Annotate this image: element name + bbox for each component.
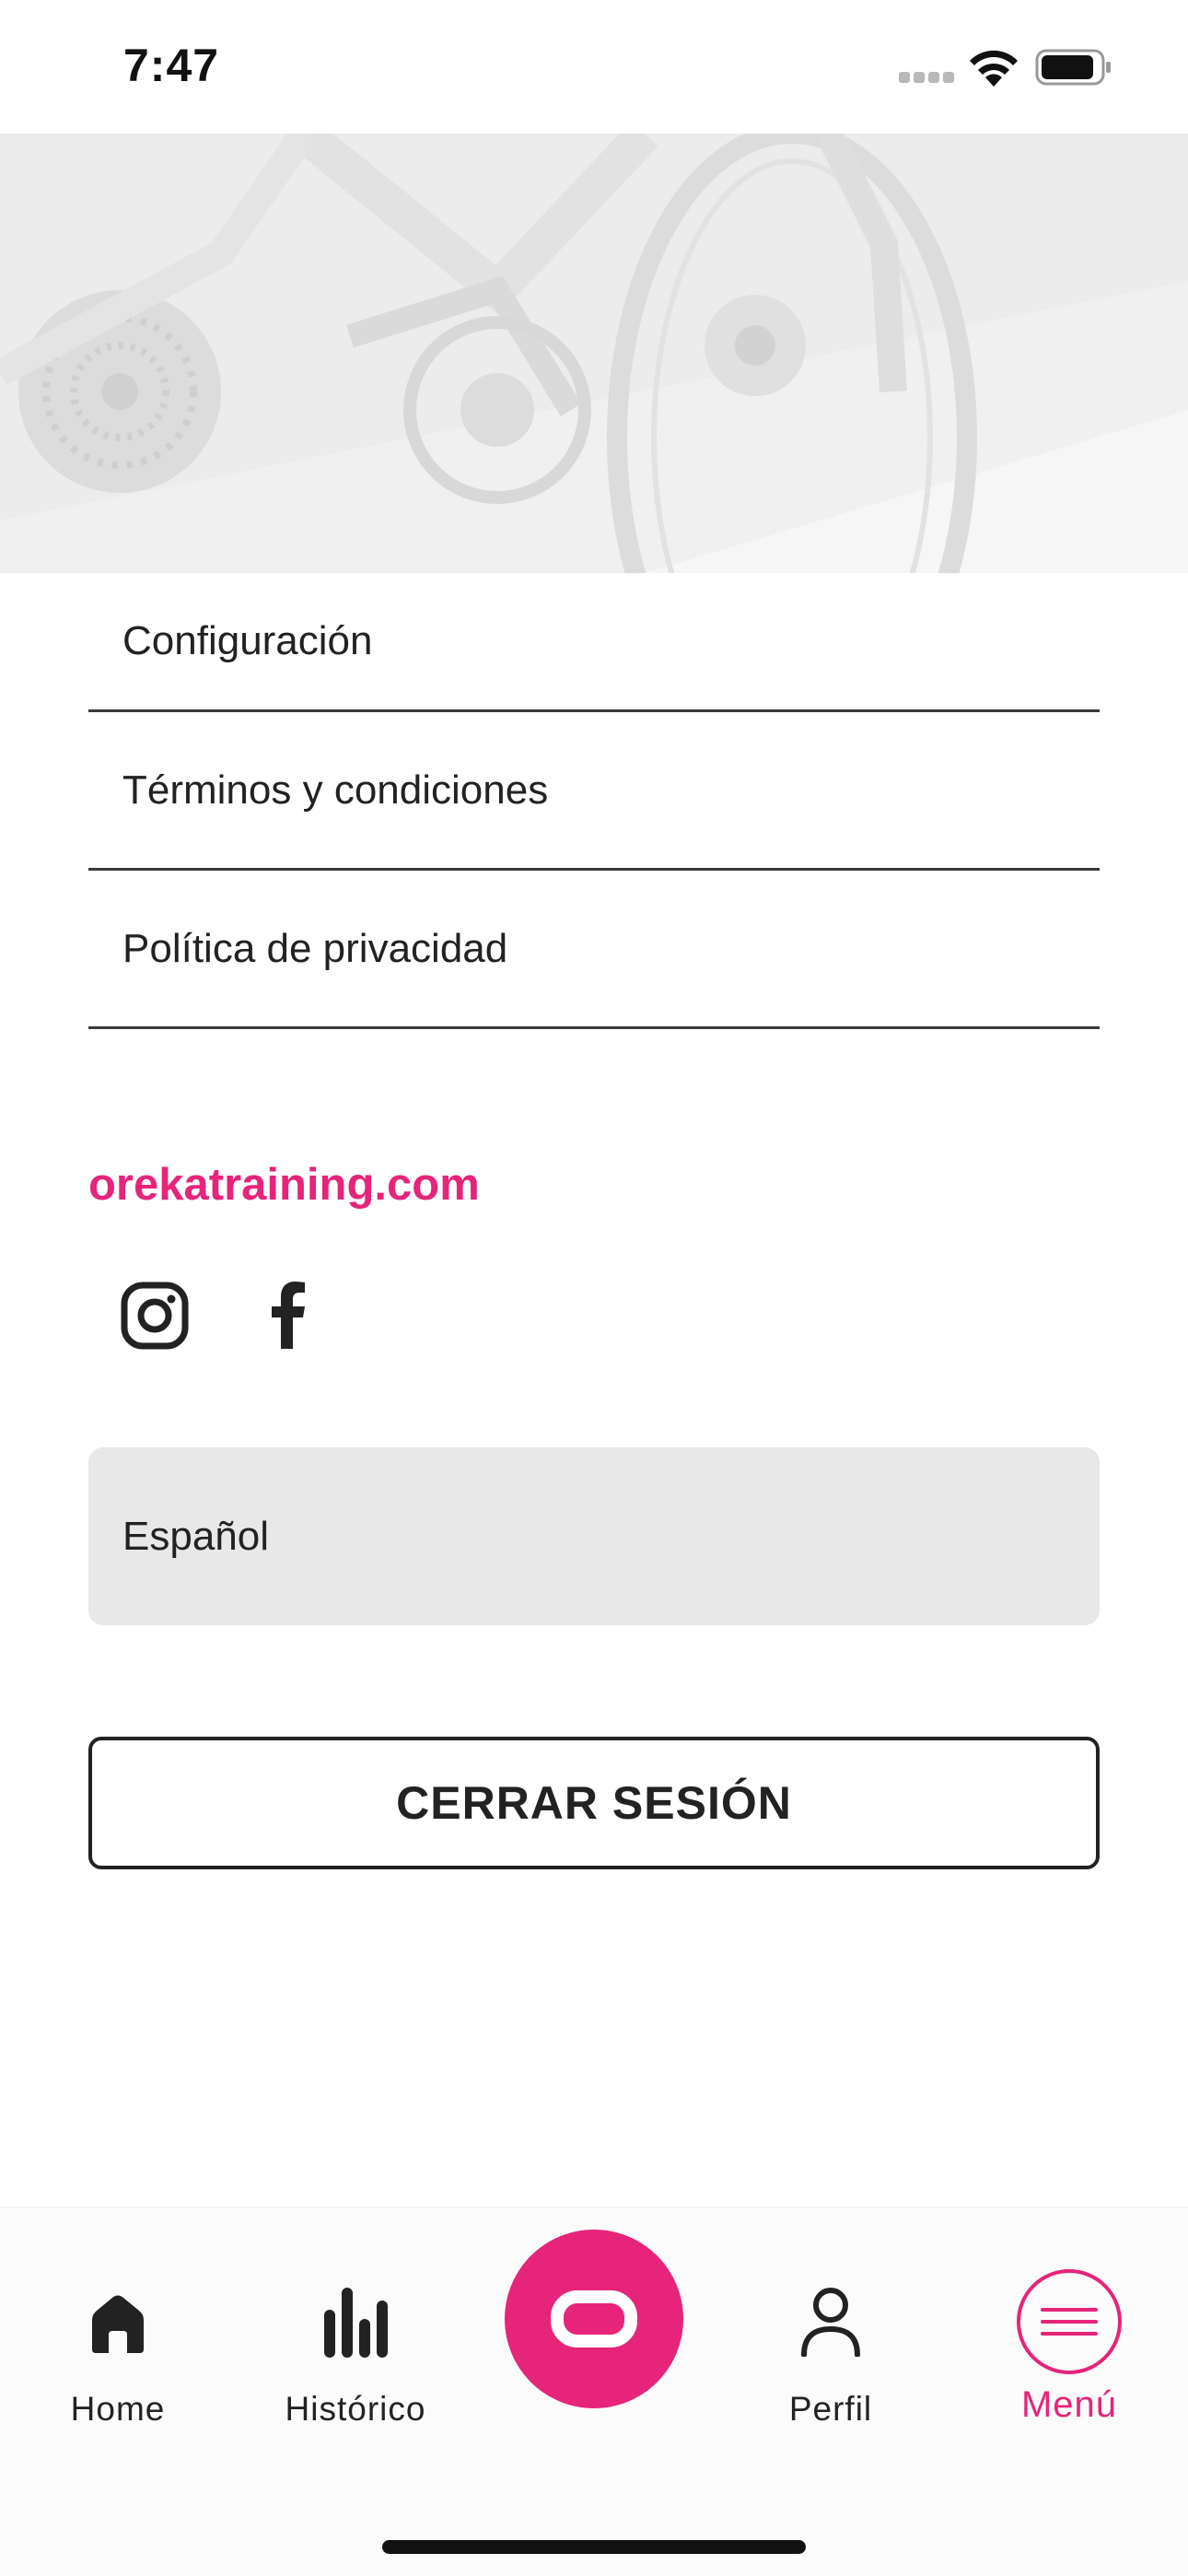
cellular-signal-icon — [899, 72, 956, 85]
facebook-icon[interactable] — [254, 1281, 324, 1351]
hamburger-menu-icon — [1017, 2269, 1122, 2374]
menu-item-label: Términos y condiciones — [122, 767, 549, 813]
status-time: 7:47 — [123, 40, 220, 91]
menu-item-label: Configuración — [122, 618, 373, 663]
logout-button[interactable]: CERRAR SESIÓN — [88, 1737, 1100, 1869]
wifi-icon — [970, 50, 1018, 87]
hero-bike-image — [0, 134, 1188, 573]
bar-chart-icon — [324, 2288, 388, 2358]
menu-item-terminos[interactable]: Términos y condiciones — [88, 712, 1100, 871]
battery-icon — [1035, 49, 1111, 86]
status-bar: 7:47 — [0, 0, 1188, 134]
menu-item-label: Política de privacidad — [122, 925, 508, 971]
home-icon — [92, 2295, 144, 2353]
nav-label-perfil: Perfil — [788, 2390, 873, 2428]
language-selected-value: Español — [122, 1513, 270, 1559]
home-indicator — [382, 2540, 806, 2554]
nav-label-home: Home — [70, 2390, 166, 2428]
menu-screen: 7:47 Configuración Términos y condicione… — [0, 0, 1188, 2576]
nav-label-historico: Histórico — [285, 2390, 426, 2428]
logout-button-label: CERRAR SESIÓN — [396, 1777, 792, 1829]
nav-label-menu: Menú — [1020, 2384, 1118, 2425]
language-select[interactable]: Español — [88, 1447, 1100, 1625]
instagram-icon[interactable] — [120, 1281, 190, 1351]
website-link[interactable]: orekatraining.com — [88, 1159, 480, 1211]
settings-menu-list: Configuración Términos y condiciones Pol… — [88, 573, 1100, 1029]
oreka-center-button[interactable] — [505, 2230, 683, 2408]
menu-item-configuracion[interactable]: Configuración — [88, 573, 1100, 712]
oreka-logo-icon — [551, 2290, 637, 2348]
menu-item-privacidad[interactable]: Política de privacidad — [88, 871, 1100, 1029]
social-links — [120, 1281, 324, 1351]
person-icon — [801, 2288, 860, 2357]
